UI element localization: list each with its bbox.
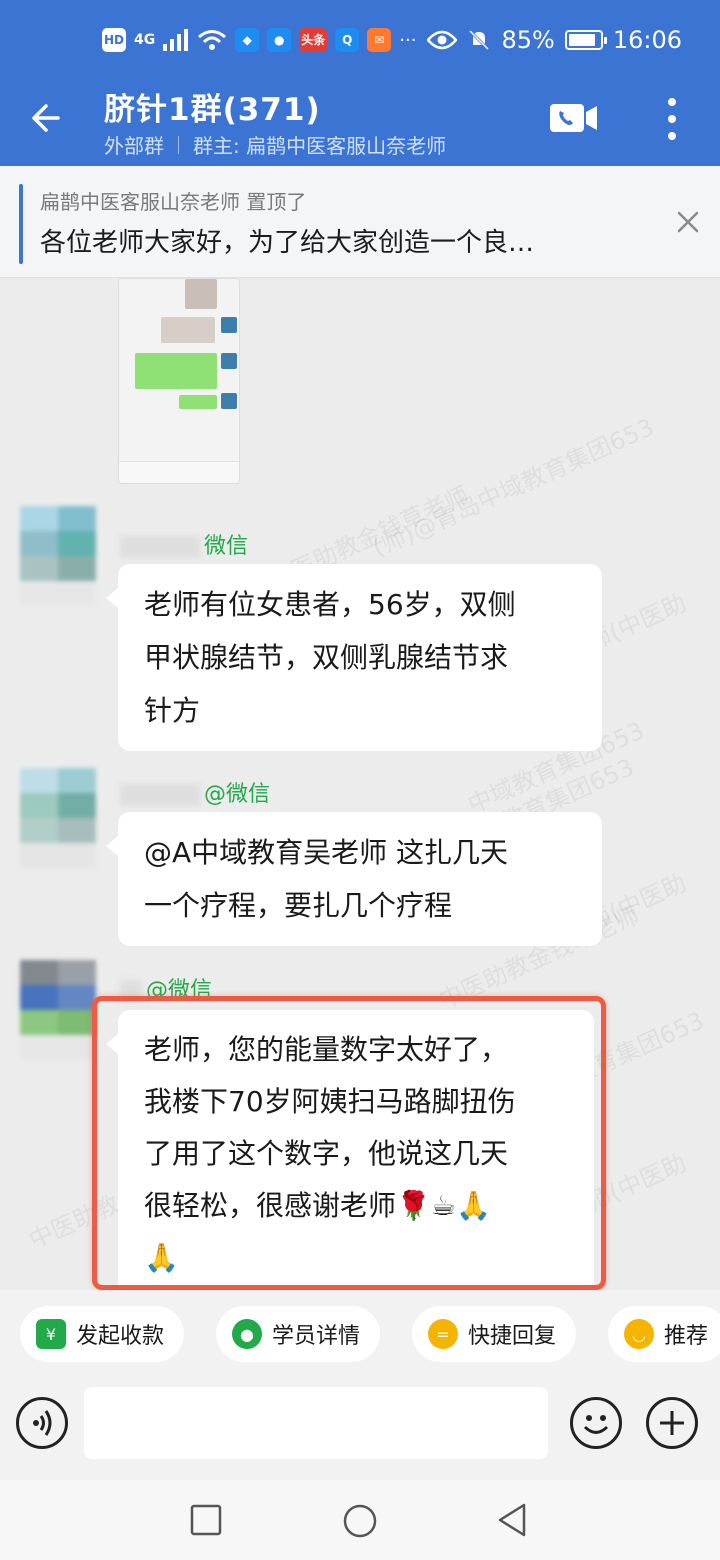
pinned-accent-bar: [19, 184, 23, 264]
image-thumb-part: [221, 393, 237, 409]
bulb-icon: ●: [267, 28, 292, 52]
chip-label: 发起收款: [76, 1324, 165, 1349]
app-icon: ✉: [367, 28, 392, 52]
group-title[interactable]: 脐针1群(371): [104, 84, 321, 129]
blurred-name: [120, 536, 200, 558]
status-bar: HD 4G ◆ ● 头条 Q ✉ ··· 85% 16:06: [0, 0, 720, 84]
battery-percent: 85%: [501, 26, 555, 54]
back-arrow-icon[interactable]: [28, 98, 68, 138]
quick-reply-button[interactable]: = 快捷回复: [412, 1306, 577, 1362]
payment-icon: ¥: [36, 1319, 66, 1349]
image-thumb-part: [179, 395, 217, 409]
recent-apps-icon[interactable]: [190, 1504, 222, 1536]
back-nav-icon[interactable]: [494, 1502, 530, 1538]
input-bar: [0, 1382, 720, 1480]
message-list[interactable]: (师)@青岛中域教育集团653 中医助教金钱草老师 老师(中医助 中域教育集团6…: [0, 278, 720, 1290]
divider: [178, 135, 179, 154]
quick-reply-icon: =: [428, 1319, 458, 1349]
message-line: 一个疗程，要扎几个疗程: [144, 889, 453, 922]
pinned-author: 扁鹊中医客服山奈老师 置顶了: [40, 190, 307, 214]
message-input[interactable]: [84, 1387, 548, 1459]
watermark: (师)@青岛中域教育集团653: [368, 413, 659, 563]
status-left: HD 4G ◆ ● 头条 Q ✉ ···: [102, 28, 416, 52]
image-thumb-part: [135, 353, 217, 389]
sender-name[interactable]: 微信: [120, 528, 248, 560]
payment-button[interactable]: ¥ 发起收款: [20, 1306, 185, 1362]
image-message[interactable]: [118, 278, 240, 484]
message-bubble[interactable]: 老师有位女患者，56岁，双侧 甲状腺结节，双侧乳腺结节求 针方: [106, 564, 602, 751]
student-details-button[interactable]: ● 学员详情: [216, 1306, 381, 1362]
image-thumb-part: [161, 317, 215, 343]
add-icon[interactable]: [646, 1397, 698, 1449]
message-bubble[interactable]: @A中域教育吴老师 这扎几天 一个疗程，要扎几个疗程: [106, 812, 602, 946]
chip-label: 学员详情: [272, 1324, 361, 1349]
network-indicator: 4G: [134, 32, 156, 48]
signal-icon: [163, 29, 189, 51]
sender-suffix: 微信: [204, 534, 249, 559]
blurred-name: [120, 784, 200, 806]
voice-input-icon[interactable]: [16, 1397, 68, 1449]
toutiao-icon: 头条: [299, 28, 328, 52]
system-navigation-bar: [0, 1480, 720, 1560]
sender-suffix: @微信: [204, 782, 271, 807]
hd-indicator: HD: [102, 28, 127, 52]
chip-label: 快捷回复: [468, 1324, 557, 1349]
message-line: 老师有位女患者，56岁，双侧: [144, 588, 516, 621]
image-thumb-part: [221, 353, 237, 369]
clock: 16:06: [612, 26, 682, 54]
shield-icon: ◆: [235, 28, 260, 52]
recommend-icon: ◡: [624, 1319, 654, 1349]
voice-video-call-icon[interactable]: [550, 102, 598, 134]
pinned-text: 各位老师大家好，为了给大家创造一个良…: [40, 228, 535, 258]
close-icon[interactable]: [676, 210, 700, 234]
battery-icon: [564, 30, 607, 50]
image-thumb-part: [119, 461, 239, 483]
message-line: 针方: [144, 694, 201, 727]
mute-icon: [469, 29, 490, 51]
avatar[interactable]: [20, 506, 96, 606]
chat-header: 脐针1群(371) 外部群 群主: 扁鹊中医客服山奈老师: [0, 84, 720, 166]
emoji-icon[interactable]: [570, 1397, 622, 1449]
highlight-box: [92, 996, 606, 1290]
more-notifications-icon: ···: [399, 29, 417, 51]
recommend-button[interactable]: ◡ 推荐: [608, 1306, 720, 1362]
wifi-icon: [198, 30, 227, 50]
quick-actions-bar: ¥ 发起收款 ● 学员详情 = 快捷回复 ◡ 推荐: [0, 1290, 720, 1382]
student-icon: ●: [232, 1319, 262, 1349]
avatar[interactable]: [20, 768, 96, 868]
more-options-icon[interactable]: [660, 96, 684, 142]
image-thumb-part: [185, 279, 217, 309]
message-line: 甲状腺结节，双侧乳腺结节求: [144, 641, 509, 674]
battery-fill: [568, 34, 595, 46]
group-owner: 群主: 扁鹊中医客服山奈老师: [193, 134, 447, 158]
avatar[interactable]: [20, 960, 96, 1060]
sender-name[interactable]: @微信: [120, 776, 270, 808]
image-thumb-part: [221, 317, 237, 333]
group-type: 外部群: [104, 134, 164, 158]
home-icon[interactable]: [342, 1503, 378, 1539]
pinned-message[interactable]: 扁鹊中医客服山奈老师 置顶了 各位老师大家好，为了给大家创造一个良…: [0, 166, 720, 278]
eye-icon: [427, 30, 458, 50]
search-app-icon: Q: [335, 28, 360, 52]
status-right: 85% 16:06: [427, 26, 682, 54]
group-subtitle: 外部群 群主: 扁鹊中医客服山奈老师: [104, 130, 446, 159]
message-line: @A中域教育吴老师 这扎几天: [144, 836, 509, 869]
chip-label: 推荐: [664, 1324, 709, 1349]
